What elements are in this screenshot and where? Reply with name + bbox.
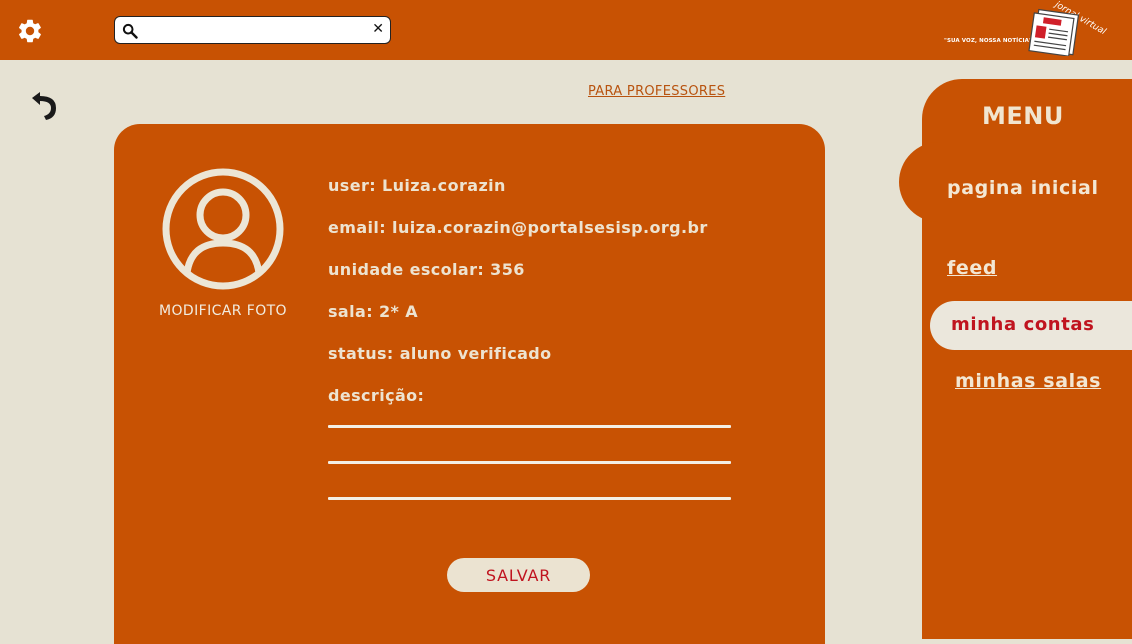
modify-photo-button[interactable]: MODIFICAR FOTO: [140, 303, 306, 319]
email-field: email: luiza.corazin@portalsesisp.org.br: [328, 218, 708, 237]
description-line-3[interactable]: [328, 497, 731, 500]
profile-info: user: Luiza.corazin email: luiza.corazin…: [328, 176, 708, 428]
menu-item-my-rooms[interactable]: minhas salas: [955, 370, 1101, 392]
profile-card: MODIFICAR FOTO user: Luiza.corazin email…: [114, 124, 825, 644]
menu-item-feed[interactable]: feed: [947, 257, 997, 279]
room-field: sala: 2* A: [328, 302, 419, 321]
save-button[interactable]: SALVAR: [447, 558, 590, 592]
menu-item-home[interactable]: pagina inicial: [947, 177, 1099, 199]
para-professores-link[interactable]: PARA PROFESSORES: [588, 84, 725, 99]
school-field: unidade escolar: 356: [328, 260, 525, 279]
gear-icon[interactable]: [16, 17, 44, 45]
undo-arrow-icon[interactable]: [26, 90, 62, 122]
logo: "SUA VOZ, NOSSA NOTÍCIA" jornal virtual: [940, 0, 1110, 58]
user-avatar-icon[interactable]: [161, 167, 285, 291]
description-line-2[interactable]: [328, 461, 731, 464]
menu-item-my-account[interactable]: minha contas: [930, 301, 1132, 350]
menu-item-my-account-label: minha contas: [951, 314, 1095, 335]
logo-slogan: "SUA VOZ, NOSSA NOTÍCIA": [944, 38, 1032, 44]
status-field: status: aluno verificado: [328, 344, 552, 363]
close-icon[interactable]: ✕: [372, 21, 384, 37]
newspaper-icon: [1028, 8, 1080, 56]
search-input[interactable]: [145, 20, 369, 42]
search-box: ✕: [114, 16, 391, 44]
user-field: user: Luiza.corazin: [328, 176, 506, 195]
description-line-1[interactable]: [328, 425, 731, 428]
description-label: descrição:: [328, 386, 425, 405]
search-icon[interactable]: [122, 23, 138, 39]
menu-title: MENU: [982, 102, 1064, 130]
top-bar: ✕ "SUA VOZ, NOSSA NOTÍCIA" jornal virtua…: [0, 0, 1132, 60]
